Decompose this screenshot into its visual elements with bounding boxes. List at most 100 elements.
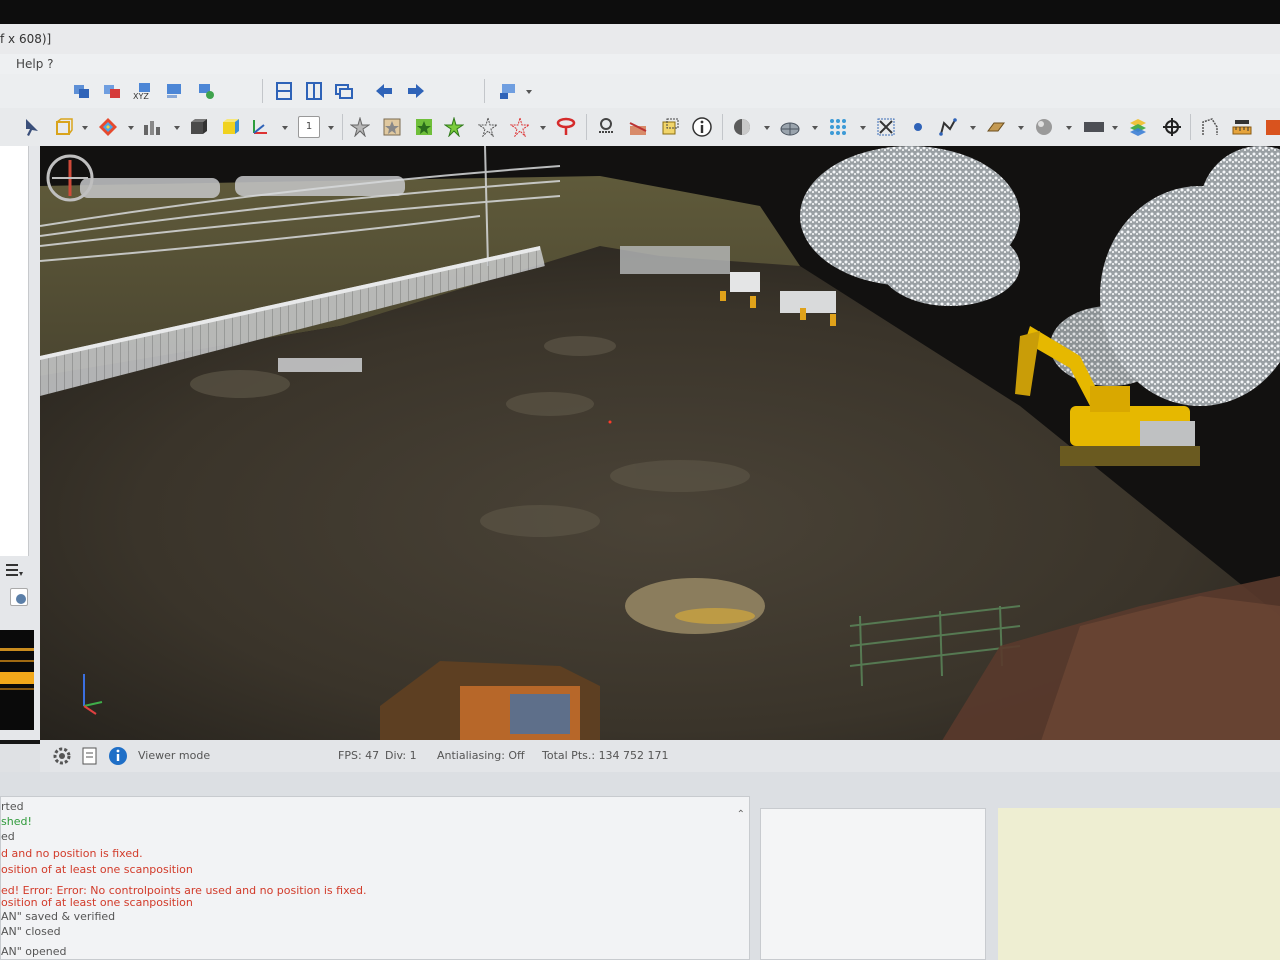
rectangle-icon[interactable]	[1082, 117, 1106, 137]
redo-icon[interactable]	[406, 81, 426, 101]
layout-split-v-icon[interactable]	[304, 81, 324, 101]
monitor-bezel	[0, 0, 1280, 24]
crop-sub-icon[interactable]	[510, 117, 530, 137]
point-icon[interactable]	[908, 117, 928, 137]
distant-wall	[620, 246, 730, 274]
yellow-cube-icon[interactable]	[220, 117, 240, 137]
chevron-down-icon[interactable]	[128, 126, 134, 130]
shader-icon[interactable]	[732, 117, 752, 137]
layout-split-h-icon[interactable]	[274, 81, 294, 101]
chevron-down-icon[interactable]	[764, 126, 770, 130]
chevron-down-icon[interactable]	[1018, 126, 1024, 130]
segment-out-icon[interactable]	[444, 117, 464, 137]
status-bar: Viewer mode FPS: 47 Div: 1 Antialiasing:…	[40, 740, 1280, 772]
target-icon[interactable]	[1162, 117, 1182, 137]
trace-polyline-icon[interactable]	[938, 117, 958, 137]
chevron-down-icon[interactable]	[970, 126, 976, 130]
select-tool-icon[interactable]	[22, 117, 42, 137]
registration-icon[interactable]	[164, 81, 184, 101]
menu-bar: Help ?	[0, 54, 1280, 74]
point-pick-icon[interactable]	[350, 117, 370, 137]
document-icon[interactable]	[80, 746, 100, 766]
title-bar: f x 608)]	[0, 24, 1280, 54]
undo-icon[interactable]	[374, 81, 394, 101]
settings-toggle-icon[interactable]	[10, 588, 28, 606]
layers-icon[interactable]	[1128, 117, 1148, 137]
toolbar-separator	[484, 79, 485, 103]
log-line: AN" closed	[1, 925, 61, 938]
chevron-down-icon[interactable]	[1066, 126, 1072, 130]
bounding-box-icon[interactable]	[660, 117, 680, 137]
layout-window-icon[interactable]	[334, 81, 354, 101]
window-title: f x 608)]	[0, 32, 52, 46]
align-icon[interactable]	[196, 81, 216, 101]
chevron-down-icon[interactable]	[1112, 126, 1118, 130]
merge-clouds-icon[interactable]	[72, 81, 92, 101]
toolbar-separator	[342, 114, 343, 140]
dirt-mound	[625, 578, 765, 634]
greenhouse-2	[235, 176, 405, 196]
log-line: ed	[1, 830, 15, 843]
chevron-down-icon[interactable]	[174, 126, 180, 130]
xyz-coordinates-icon[interactable]: XYZ	[132, 81, 152, 101]
plane-icon[interactable]	[986, 117, 1006, 137]
message-log[interactable]: ⌃ rted shed! ed d and no position is fix…	[0, 796, 750, 960]
chevron-down-icon[interactable]	[328, 126, 334, 130]
antialiasing-readout: Antialiasing: Off	[437, 749, 525, 762]
gear-icon[interactable]	[52, 746, 72, 766]
svg-text:XYZ: XYZ	[133, 92, 149, 101]
log-line: AN" opened	[1, 945, 67, 958]
scroll-up-icon[interactable]: ⌃	[737, 809, 745, 820]
filter-icon[interactable]	[556, 117, 576, 137]
chevron-down-icon[interactable]	[860, 126, 866, 130]
crop-icon[interactable]	[478, 117, 498, 137]
measure-icon[interactable]	[1200, 117, 1220, 137]
chevron-down-icon[interactable]	[526, 90, 532, 94]
project-tree-panel[interactable]	[0, 146, 29, 556]
scan-thumbnail[interactable]	[0, 630, 34, 730]
solid-cube-icon[interactable]	[188, 117, 208, 137]
distance-histogram-icon[interactable]	[142, 117, 162, 137]
list-options-icon[interactable]	[4, 560, 24, 580]
axis-icon[interactable]	[250, 117, 270, 137]
toolbar-separator	[722, 114, 723, 140]
view-settings-icon[interactable]	[498, 81, 518, 101]
grid-icon[interactable]	[828, 117, 848, 137]
box-icon[interactable]	[54, 117, 74, 137]
barrier-sign	[780, 291, 836, 313]
sphere-icon[interactable]	[1034, 117, 1054, 137]
color-scale-icon[interactable]	[98, 117, 118, 137]
white-marking	[278, 358, 362, 372]
cross-section-icon[interactable]	[596, 117, 616, 137]
chevron-down-icon[interactable]	[82, 126, 88, 130]
preview-panel[interactable]	[998, 808, 1280, 960]
chevron-down-icon[interactable]	[540, 126, 546, 130]
crosshair-icon[interactable]	[876, 117, 896, 137]
total-points-readout: Total Pts.: 134 752 171	[542, 749, 669, 762]
left-panel	[0, 146, 40, 740]
properties-panel[interactable]	[760, 808, 986, 960]
left-bottom-area	[0, 744, 40, 772]
segment-icon[interactable]	[382, 117, 402, 137]
menu-help[interactable]: Help ?	[16, 54, 54, 74]
center-marker	[608, 420, 612, 424]
barrier-white	[730, 272, 760, 292]
chevron-down-icon[interactable]	[812, 126, 818, 130]
scan-positions-icon[interactable]	[102, 81, 122, 101]
profile-icon[interactable]	[628, 117, 648, 137]
mesh-icon[interactable]	[780, 117, 800, 137]
log-line: osition of at least one scanposition	[1, 896, 193, 909]
log-line: shed!	[1, 815, 32, 828]
segment-in-icon[interactable]	[414, 117, 434, 137]
ruler-icon[interactable]	[1232, 117, 1252, 137]
log-line: AN" saved & verified	[1, 910, 116, 923]
chevron-down-icon[interactable]	[282, 126, 288, 130]
info-icon[interactable]	[108, 746, 128, 766]
info-icon[interactable]	[692, 117, 712, 137]
toolbar-separator	[262, 79, 263, 103]
greenhouse-1	[80, 178, 220, 198]
toolbar-tools: 1	[0, 108, 1280, 146]
point-cloud-viewport[interactable]	[40, 146, 1280, 744]
page-number-field[interactable]: 1	[298, 116, 320, 138]
export-icon[interactable]	[1266, 117, 1280, 137]
